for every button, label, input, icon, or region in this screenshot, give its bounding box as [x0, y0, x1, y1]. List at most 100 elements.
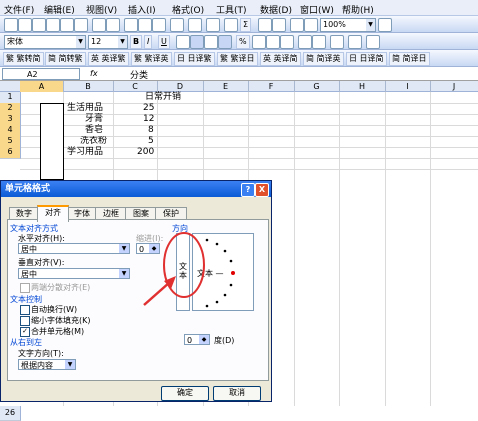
zoom-select[interactable]: 100% ▼ — [320, 18, 376, 32]
formula-input[interactable]: 分类 — [130, 68, 148, 81]
percent-button[interactable]: % — [236, 35, 250, 49]
jp-to-simp-button[interactable]: 日 日译简 — [346, 52, 387, 66]
simp-to-jp-button[interactable]: 简 简译日 — [389, 52, 430, 66]
column-header[interactable]: I — [385, 81, 431, 92]
font-color-icon[interactable] — [366, 35, 380, 49]
indent-spinner[interactable]: 0 ◆ — [136, 243, 160, 254]
cell-b5[interactable]: 洗衣粉 — [80, 136, 113, 147]
align-right-icon[interactable] — [204, 35, 218, 49]
menu-view[interactable]: 视图(V) — [86, 3, 117, 16]
undo-icon[interactable] — [188, 18, 202, 32]
shrink-fit-checkbox[interactable] — [20, 316, 30, 326]
trad-to-en-button[interactable]: 繁 繁译英 — [131, 52, 172, 66]
menu-edit[interactable]: 编辑(E) — [44, 3, 75, 16]
new-icon[interactable] — [4, 18, 18, 32]
v-align-select[interactable]: 居中 ▼ — [18, 268, 130, 279]
degree-spinner[interactable]: 0 ◆ — [184, 334, 210, 345]
cell-d1[interactable]: 日常开销 — [145, 92, 181, 103]
copy-icon[interactable] — [138, 18, 152, 32]
column-header[interactable]: E — [203, 81, 249, 92]
merge-center-icon[interactable] — [218, 35, 232, 49]
column-header[interactable]: D — [157, 81, 204, 92]
row-header[interactable]: 6 — [0, 147, 21, 159]
function-icon[interactable]: fx — [90, 69, 98, 78]
tab-alignment[interactable]: 对齐 — [37, 205, 69, 222]
borders-icon[interactable] — [330, 35, 344, 49]
orientation-dial[interactable]: 文本 — — [192, 233, 254, 311]
column-header[interactable]: B — [63, 81, 114, 92]
help-button[interactable]: ? — [241, 183, 255, 197]
comma-style-icon[interactable] — [252, 35, 266, 49]
justify-distributed-checkbox[interactable] — [20, 283, 30, 293]
column-header[interactable]: F — [248, 81, 295, 92]
open-icon[interactable] — [18, 18, 32, 32]
en-to-simp-button[interactable]: 英 英译简 — [260, 52, 301, 66]
cell-b2[interactable]: 生活用品 — [67, 103, 103, 114]
menu-window[interactable]: 窗口(W) — [300, 3, 334, 16]
align-left-icon[interactable] — [176, 35, 190, 49]
column-header[interactable]: J — [430, 81, 478, 92]
format-painter-icon[interactable] — [170, 18, 184, 32]
print-preview-icon[interactable] — [74, 18, 88, 32]
cell-b3[interactable]: 牙膏 — [85, 114, 103, 125]
merge-cells-checkbox[interactable]: ✓ — [20, 327, 30, 337]
bold-button[interactable]: B — [130, 35, 143, 49]
hyperlink-icon[interactable] — [224, 18, 238, 32]
permission-icon[interactable] — [46, 18, 60, 32]
cell-b4[interactable]: 香皂 — [85, 125, 103, 136]
cell-b6[interactable]: 学习用品 — [67, 147, 103, 158]
decrease-indent-icon[interactable] — [298, 35, 312, 49]
cell-c6[interactable]: 200 — [137, 147, 154, 158]
redo-icon[interactable] — [206, 18, 220, 32]
increase-indent-icon[interactable] — [312, 35, 326, 49]
wrap-text-checkbox[interactable] — [20, 305, 30, 315]
menu-file[interactable]: 文件(F) — [4, 3, 34, 16]
autosum-button[interactable]: Σ — [240, 18, 252, 32]
en-to-trad-button[interactable]: 英 英译繁 — [88, 52, 129, 66]
cell-c2[interactable]: 25 — [143, 103, 154, 114]
cut-icon[interactable] — [124, 18, 138, 32]
selected-range-a2[interactable] — [40, 103, 64, 180]
ok-button[interactable]: 确定 — [161, 386, 209, 401]
fill-color-icon[interactable] — [348, 35, 362, 49]
menu-help[interactable]: 帮助(H) — [342, 3, 374, 16]
italic-button[interactable]: I — [144, 35, 153, 49]
chart-wizard-icon[interactable] — [290, 18, 304, 32]
align-center-icon[interactable] — [190, 35, 204, 49]
h-align-select[interactable]: 居中 ▼ — [18, 243, 130, 254]
save-icon[interactable] — [32, 18, 46, 32]
cell-c4[interactable]: 8 — [148, 125, 154, 136]
menu-insert[interactable]: 插入(I) — [128, 3, 156, 16]
decrease-decimal-icon[interactable] — [280, 35, 294, 49]
underline-button[interactable]: U — [158, 35, 170, 49]
simp-to-en-button[interactable]: 简 简译英 — [303, 52, 344, 66]
column-header[interactable]: G — [294, 81, 340, 92]
select-all-corner[interactable] — [0, 81, 21, 92]
cell-c3[interactable]: 12 — [143, 114, 154, 125]
help-icon[interactable] — [378, 18, 392, 32]
sort-asc-icon[interactable] — [258, 18, 272, 32]
spelling-icon[interactable] — [92, 18, 106, 32]
trad-to-jp-button[interactable]: 繁 繁译日 — [217, 52, 258, 66]
close-button[interactable]: X — [255, 183, 269, 197]
column-header[interactable]: A — [20, 81, 64, 92]
print-icon[interactable] — [60, 18, 74, 32]
menu-data[interactable]: 数据(D) — [260, 3, 292, 16]
simp-to-trad-button[interactable]: 简 简转繁 — [45, 52, 86, 66]
drawing-icon[interactable] — [304, 18, 318, 32]
font-name-select[interactable]: 宋体 ▼ — [4, 35, 86, 49]
cell-c5[interactable]: 5 — [148, 136, 154, 147]
name-box[interactable]: A2 — [2, 68, 80, 80]
cancel-button[interactable]: 取消 — [213, 386, 261, 401]
trad-to-simp-button[interactable]: 繁 繁转简 — [3, 52, 44, 66]
text-direction-select[interactable]: 根据内容 ▼ — [18, 359, 76, 370]
font-size-select[interactable]: 12 ▼ — [88, 35, 128, 49]
increase-decimal-icon[interactable] — [266, 35, 280, 49]
menu-tools[interactable]: 工具(T) — [216, 3, 247, 16]
vertical-text-box[interactable]: 文本 — [176, 233, 190, 311]
paste-icon[interactable] — [152, 18, 166, 32]
menu-format[interactable]: 格式(O) — [172, 3, 204, 16]
sort-desc-icon[interactable] — [272, 18, 286, 32]
jp-to-trad-button[interactable]: 日 日译繁 — [174, 52, 215, 66]
column-header[interactable]: C — [113, 81, 158, 92]
